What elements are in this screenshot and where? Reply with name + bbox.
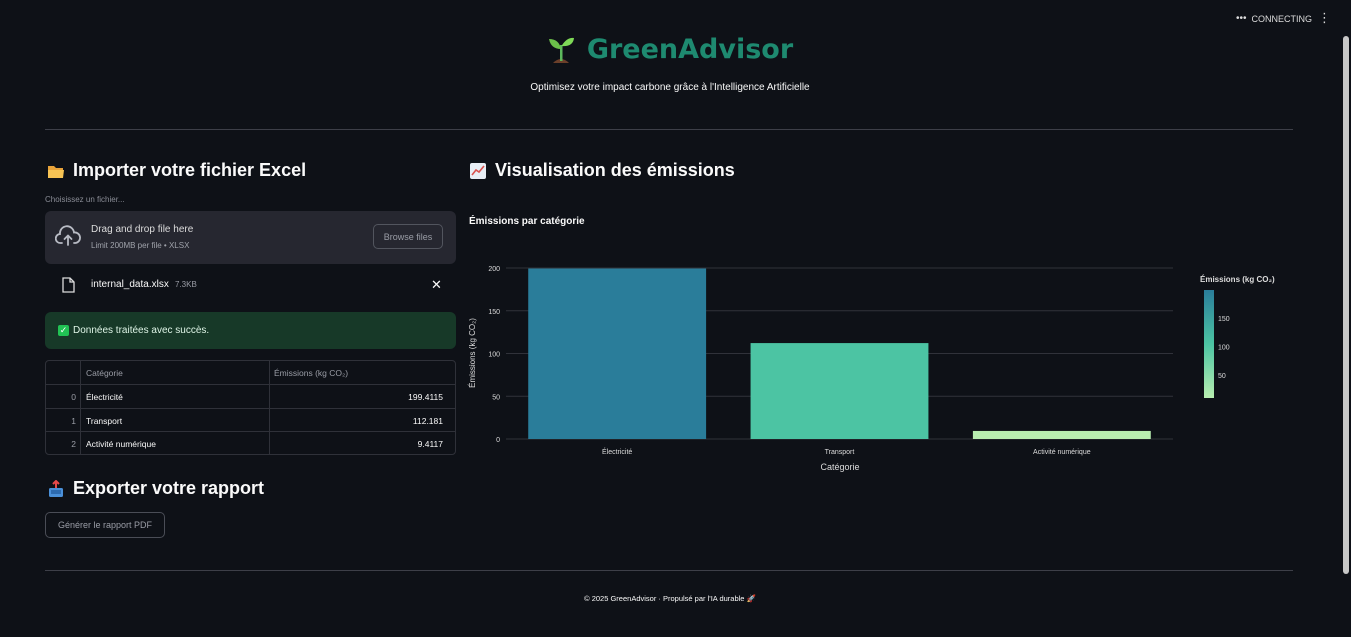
import-heading-text: Importer votre fichier Excel	[73, 160, 307, 180]
emissions-table[interactable]: Catégorie Émissions (kg CO₂) 0 Électrici…	[45, 360, 456, 455]
cloud-upload-icon	[55, 225, 81, 246]
file-uploader-label: Choisissez un fichier...	[45, 195, 125, 204]
x-tick-label: Transport	[825, 449, 855, 456]
divider	[45, 129, 1293, 130]
cell-emissions: 199.4115	[408, 392, 443, 402]
app-subtitle: Optimisez votre impact carbone grâce à l…	[530, 82, 810, 93]
kebab-menu-icon: ⋮	[1318, 10, 1331, 25]
y-tick-label: 0	[496, 437, 500, 444]
dropzone-instruction: Drag and drop file here	[91, 224, 194, 235]
table-row[interactable]: 1 Transport 112.181	[46, 408, 455, 432]
bar[interactable]	[528, 268, 707, 439]
export-heading-text: Exporter votre rapport	[73, 478, 265, 498]
column-header-emissions[interactable]: Émissions (kg CO₂)	[274, 368, 348, 378]
y-tick-label: 200	[488, 266, 500, 273]
dropzone-limit: Limit 200MB per file • XLSX	[91, 241, 190, 250]
cell-category: Transport	[86, 416, 123, 426]
table-row[interactable]: 0 Électricité 199.4115	[46, 384, 455, 408]
file-dropzone[interactable]: Drag and drop file here Limit 200MB per …	[45, 211, 456, 264]
success-alert: ✓ Données traitées avec succès.	[45, 312, 456, 349]
y-tick-label: 100	[488, 352, 500, 359]
uploaded-file-row: internal_data.xlsx 7.3KB ✕	[45, 272, 456, 298]
app-header: GreenAdvisor	[0, 34, 1340, 70]
remove-file-close-icon[interactable]: ✕	[431, 277, 442, 293]
app-title-row: GreenAdvisor	[547, 34, 793, 65]
footer-text: © 2025 GreenAdvisor · Propulsé par l'IA …	[584, 594, 756, 603]
row-index: 1	[71, 416, 76, 426]
bar[interactable]	[972, 430, 1151, 439]
chart-increasing-icon	[470, 162, 486, 179]
x-tick-label: Activité numérique	[1033, 449, 1091, 456]
x-tick-label: Électricité	[602, 447, 632, 456]
cell-category: Électricité	[86, 392, 123, 402]
column-header-category[interactable]: Catégorie	[86, 368, 123, 378]
colorbar-tick-label: 100	[1218, 345, 1230, 352]
browse-files-button[interactable]: Browse files	[373, 224, 443, 249]
app-title: GreenAdvisor	[586, 34, 794, 65]
bar[interactable]	[750, 343, 929, 439]
success-message: Données traitées avec succès.	[73, 325, 210, 336]
y-axis-label: Émissions (kg CO₂)	[468, 318, 477, 388]
main-menu-button[interactable]: ⋮	[1318, 10, 1331, 25]
table-row[interactable]: 2 Activité numérique 9.4117	[46, 431, 455, 455]
uploaded-file-size: 7.3KB	[175, 280, 197, 289]
colorbar-tick-label: 50	[1218, 373, 1226, 380]
check-box-icon: ✓	[58, 325, 69, 336]
row-index: 0	[71, 392, 76, 402]
y-tick-label: 150	[488, 309, 500, 316]
y-tick-label: 50	[492, 394, 500, 401]
export-heading: Exporter votre rapport	[47, 478, 264, 499]
divider	[45, 570, 1293, 571]
folder-icon	[48, 165, 64, 178]
generate-pdf-button[interactable]: Générer le rapport PDF	[45, 512, 165, 538]
emissions-bar-chart[interactable]: 0 50 100 150 200 Électricité Transport Activité…	[463, 245, 1323, 490]
outbox-tray-icon	[49, 479, 63, 497]
loading-dots-icon: •••	[1236, 13, 1247, 24]
cell-emissions: 9.4117	[417, 439, 443, 449]
cell-category: Activité numérique	[86, 439, 156, 449]
connection-status: ••• CONNECTING	[1236, 13, 1312, 24]
uploaded-file-name: internal_data.xlsx	[91, 279, 169, 290]
page-scrollbar[interactable]	[1343, 36, 1349, 574]
x-axis-label: Catégorie	[820, 462, 859, 472]
seedling-icon	[548, 37, 574, 63]
import-heading: Importer votre fichier Excel	[47, 160, 306, 181]
row-index: 2	[71, 439, 76, 449]
cell-emissions: 112.181	[412, 416, 443, 426]
file-icon	[62, 277, 75, 293]
chart-title: Émissions par catégorie	[469, 216, 585, 227]
top-bar: ••• CONNECTING ⋮	[0, 0, 1351, 36]
colorbar	[1204, 290, 1214, 398]
colorbar-title: Émissions (kg CO₂)	[1200, 275, 1275, 284]
table-header-row: Catégorie Émissions (kg CO₂)	[46, 361, 455, 384]
viz-heading-text: Visualisation des émissions	[495, 160, 735, 180]
viz-heading: Visualisation des émissions	[469, 160, 735, 181]
colorbar-tick-label: 150	[1218, 316, 1230, 323]
status-label: CONNECTING	[1251, 13, 1313, 24]
